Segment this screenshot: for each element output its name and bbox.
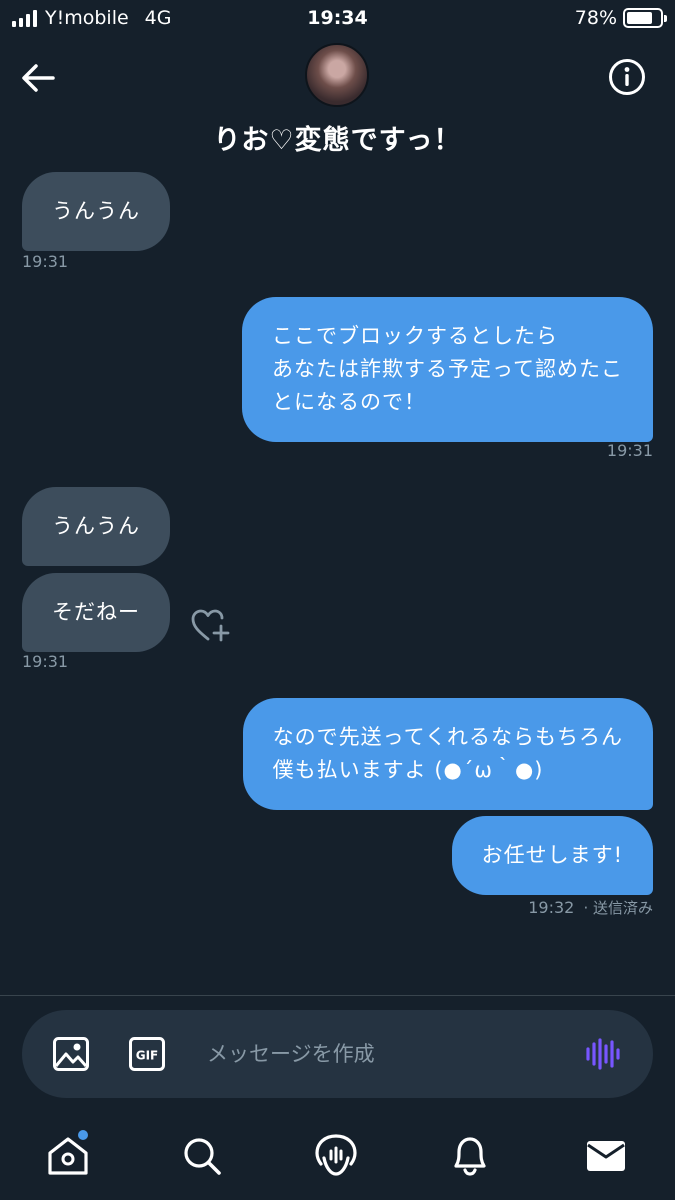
message-timestamp: 19:31 [606, 441, 653, 460]
message-composer: GIF [22, 1010, 653, 1098]
message-text: うんうん [52, 199, 140, 223]
message-text-line: とになるので！ [272, 390, 427, 414]
message-bubble-outgoing[interactable]: ここでブロックするとしたら あなたは詐欺する予定って認めたこ とになるので！ [242, 297, 653, 442]
battery-cap [664, 15, 667, 22]
message-text-line: 僕も払いますよ (●´ω｀●) [272, 758, 544, 782]
gif-label: GIF [136, 1049, 159, 1063]
tab-search[interactable] [178, 1132, 226, 1180]
info-icon [609, 59, 645, 95]
status-time: 19:34 [307, 7, 368, 29]
message-text: うんうん [52, 514, 140, 538]
add-gif-button[interactable]: GIF [128, 1036, 166, 1072]
message-bubble-incoming[interactable]: うんうん [22, 172, 170, 251]
search-icon [184, 1138, 221, 1175]
message-text: お任せします! [481, 843, 623, 867]
message-text-line: ここでブロックするとしたら [272, 324, 559, 348]
bottom-tab-bar [0, 1120, 675, 1200]
home-notification-dot [78, 1130, 88, 1140]
info-button[interactable] [607, 57, 647, 97]
status-right: 78% [574, 7, 667, 29]
status-bar: Y!mobile 4G 19:34 78% [0, 0, 675, 38]
image-icon [53, 1037, 89, 1071]
message-bubble-incoming[interactable]: そだねー [22, 573, 170, 652]
composer-divider [0, 995, 675, 996]
message-sent-status: · 送信済み [583, 899, 653, 917]
tab-home[interactable] [44, 1130, 92, 1180]
notifications-icon [454, 1137, 486, 1176]
arrow-left-icon [22, 64, 55, 92]
message-text-line: なので先送ってくれるならもちろん [272, 725, 623, 749]
add-image-button[interactable] [52, 1036, 90, 1072]
gif-icon: GIF [129, 1037, 165, 1071]
message-text-line: あなたは詐欺する予定って認めたこ [272, 357, 623, 381]
battery-percent: 78% [574, 7, 617, 29]
battery-icon [623, 8, 667, 28]
message-timestamp: 19:31 [22, 252, 69, 271]
messages-icon [587, 1141, 625, 1171]
message-timestamp: 19:31 [22, 652, 69, 671]
avatar[interactable] [305, 43, 369, 107]
tab-messages[interactable] [582, 1132, 630, 1180]
home-icon [48, 1137, 88, 1175]
back-button[interactable] [18, 58, 58, 98]
add-reaction-button[interactable] [190, 608, 232, 644]
heart-plus-icon [191, 609, 230, 642]
message-timestamp: 19:32 [528, 898, 575, 917]
tab-spaces[interactable] [312, 1132, 360, 1180]
spaces-icon [315, 1134, 357, 1176]
conversation-header: りお♡変態ですっ！ [0, 38, 675, 160]
message-input[interactable] [207, 1034, 567, 1074]
voice-message-button[interactable] [584, 1038, 622, 1070]
voice-waveform-icon [586, 1038, 620, 1070]
conversation-title[interactable]: りお♡変態ですっ！ [0, 118, 675, 157]
battery-level-fill [627, 12, 652, 24]
message-meta: 19:32 · 送信済み [528, 897, 653, 918]
message-bubble-outgoing[interactable]: なので先送ってくれるならもちろん 僕も払いますよ (●´ω｀●) [242, 698, 653, 810]
message-bubble-incoming[interactable]: うんうん [22, 487, 170, 566]
tab-notifications[interactable] [446, 1132, 494, 1180]
message-bubble-outgoing[interactable]: お任せします! [451, 816, 653, 895]
message-text: そだねー [52, 600, 140, 624]
